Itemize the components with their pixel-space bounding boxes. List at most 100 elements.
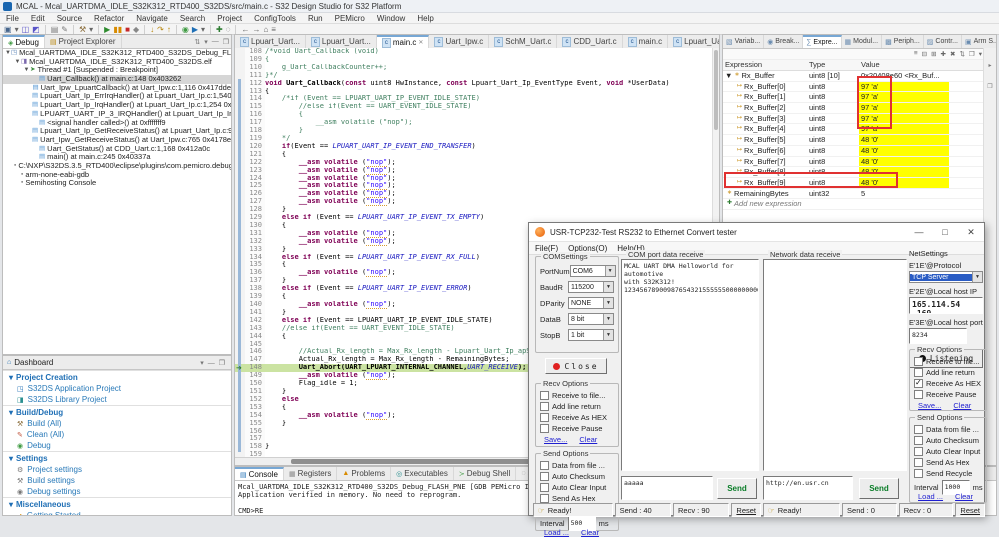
dropdown-arrow-icon[interactable]: ▼: [603, 282, 613, 292]
com-close-button[interactable]: Close: [545, 358, 607, 374]
column-header-value[interactable]: Value: [859, 60, 949, 70]
build-dropdown-icon[interactable]: ▾: [89, 25, 93, 34]
net-send-link-load[interactable]: Load ...: [918, 492, 943, 501]
com-send-link-load[interactable]: Load ...: [544, 528, 569, 537]
console-tab-problems[interactable]: ▲ Problems: [337, 467, 392, 480]
checkbox[interactable]: [914, 469, 923, 478]
editor-tab-lpuart-uart-[interactable]: cLpuart_Uart...: [235, 35, 306, 48]
search-icon[interactable]: ◌: [226, 25, 231, 34]
expression-row[interactable]: ↦ Rx_Buffer[6] uint8 48 '0': [723, 145, 996, 157]
code-line[interactable]: 126 __asm volatile ("nop");: [235, 189, 719, 199]
code-line[interactable]: 118 }: [235, 126, 719, 135]
code-line[interactable]: 120 if(Event == LPUART_UART_IP_EVENT_END…: [235, 142, 719, 151]
com-send-check-auto-checksum[interactable]: Auto Checksum: [540, 472, 605, 481]
net-status-reset-button[interactable]: Reset: [955, 503, 985, 517]
view-tab-variab-[interactable]: ▧ Variab...: [723, 35, 765, 48]
panel-expand-icon[interactable]: ▸: [984, 62, 996, 69]
menu-help[interactable]: Help: [411, 14, 439, 23]
view-tab-modul-[interactable]: ▦ Modul...: [842, 35, 883, 48]
new-icon[interactable]: ▣: [4, 25, 12, 34]
expression-row[interactable]: ∗ RemainingBytes uint32 5: [723, 189, 996, 200]
stack-frame-row[interactable]: ▤ main() at main.c:245 0x40337a: [3, 153, 231, 162]
dashboard-item-debug[interactable]: ◉ Debug: [3, 440, 231, 451]
com-field-select[interactable]: COM6 ▼: [569, 265, 616, 277]
menu-search[interactable]: Search: [174, 14, 211, 23]
stack-frame-row[interactable]: ▤ Uart_Callback() at main.c:148 0x403262: [3, 75, 231, 84]
console-tab-debug-shell[interactable]: ≻ Debug Shell: [454, 467, 517, 480]
expand-all-icon[interactable]: ⊞: [931, 50, 936, 59]
com-recv-link-clear[interactable]: Clear: [579, 435, 597, 444]
code-line[interactable]: 114 /*if (Event == LPUART_UART_IP_EVENT_…: [235, 95, 719, 104]
view-tab-periph-[interactable]: ▩ Periph...: [882, 35, 924, 48]
code-line[interactable]: 111}*/: [235, 71, 719, 80]
back-icon[interactable]: ←: [241, 25, 249, 34]
line-marker-gutter[interactable]: [235, 55, 245, 64]
save-icon[interactable]: ◫: [22, 25, 30, 34]
console-tab-executables[interactable]: ◎ Executables: [391, 467, 454, 480]
stack-frame-row[interactable]: ▤ Lpuart_Uart_Ip_IrqHandler() at Lpuart_U…: [3, 101, 231, 110]
net-recv-check-receive-pause[interactable]: Receive Pause: [914, 390, 976, 399]
dropdown-arrow-icon[interactable]: ▼: [603, 298, 613, 308]
forward-icon[interactable]: →: [252, 25, 260, 34]
stack-frame-row[interactable]: ▤ Uart_Ipw_LpuartCallback() at Uart_Ipw.c…: [3, 84, 231, 93]
code-line[interactable]: 119 */: [235, 134, 719, 143]
code-line[interactable]: 113{: [235, 87, 719, 96]
tree-twisty-icon[interactable]: ▼: [14, 58, 21, 67]
menu-project[interactable]: Project: [211, 14, 248, 23]
column-header-expression[interactable]: Expression: [723, 60, 807, 70]
step-into-icon[interactable]: ↓: [150, 25, 154, 34]
expression-row[interactable]: ▼ ∗ Rx_Buffer uint8 [10] 0x20408e60 <Rx_Buf.…: [723, 71, 996, 82]
view-tab-project-explorer[interactable]: ▤ Project Explorer: [45, 35, 122, 48]
editor-tab-lpuart-uart-[interactable]: cLpuart_Uart...: [668, 35, 719, 48]
stack-frame-row[interactable]: ▤ Uart_Ipw_GetReceiveStatus() at Uart_Ipw…: [3, 136, 231, 145]
code-line[interactable]: 108/*void Uart_Callback (void): [235, 48, 719, 56]
com-recv-check-receive-as-hex[interactable]: Receive As HEX: [540, 413, 607, 422]
stack-frame-row[interactable]: ▪ arm-none-eabi-gdb: [3, 171, 231, 180]
stack-frame-row[interactable]: ▤ LPUART_UART_IP_3_IRQHandler() at Lpuart…: [3, 110, 231, 119]
tree-twisty-icon[interactable]: ▼: [725, 71, 732, 81]
checkbox[interactable]: [914, 368, 923, 377]
menu-edit[interactable]: Edit: [25, 14, 51, 23]
protocol-select[interactable]: TCP Server ▼: [909, 271, 983, 283]
dropdown-arrow-icon[interactable]: ▼: [603, 314, 613, 324]
expression-row[interactable]: ↦ Rx_Buffer[9] uint8 48 '0': [723, 177, 996, 189]
last-edit-icon[interactable]: ≡: [271, 25, 276, 34]
com-field-select[interactable]: NONE ▼: [568, 297, 614, 309]
new-dropdown-icon[interactable]: ▾: [15, 25, 19, 34]
dashboard-section-miscellaneous[interactable]: ▾ Miscellaneous: [3, 497, 231, 510]
column-header-type[interactable]: Type: [807, 60, 859, 70]
expression-row[interactable]: ↦ Rx_Buffer[3] uint8 97 'a': [723, 113, 996, 125]
com-recv-check-receive-to-file-[interactable]: Receive to file...: [540, 391, 605, 400]
menu-navigate[interactable]: Navigate: [130, 14, 174, 23]
editor-tab-uart-ipw-c[interactable]: c Uart_Ipw.c: [429, 35, 490, 48]
edit-icon[interactable]: ✎: [61, 25, 68, 34]
net-send-check-auto-checksum[interactable]: Auto Checksum: [914, 436, 979, 445]
add-expression-icon[interactable]: ✚: [941, 50, 946, 59]
dashboard-item-debug-settings[interactable]: ◉ Debug settings: [3, 486, 231, 497]
net-send-check-data-from-file-[interactable]: Data from file ...: [914, 425, 979, 434]
dashboard-section-project-creation[interactable]: ▾ Project Creation: [3, 370, 231, 383]
debug-view-menu-icon[interactable]: ▾: [202, 38, 210, 46]
menu-file[interactable]: File: [0, 14, 25, 23]
stack-frame-row[interactable]: ▤ <signal handler called>() at 0xfffffff9: [3, 119, 231, 128]
section-collapse-icon[interactable]: ▾: [9, 500, 13, 509]
checkbox[interactable]: [914, 447, 923, 456]
section-collapse-icon[interactable]: ▾: [9, 454, 13, 463]
build-icon[interactable]: ⚒: [79, 25, 86, 34]
stack-frame-row[interactable]: ▼ ➤ Thread #1 [Suspended : Breakpoint]: [3, 66, 231, 75]
dashboard-item-clean-all-[interactable]: ✎ Clean (All): [3, 429, 231, 440]
new-wizard-icon[interactable]: ✚: [216, 25, 223, 34]
com-field-select[interactable]: 115200 ▼: [568, 281, 614, 293]
net-recv-link-save[interactable]: Save...: [918, 401, 941, 410]
net-send-button[interactable]: Send: [859, 478, 899, 499]
checkbox[interactable]: [540, 413, 549, 422]
editor-tab-main-c[interactable]: c main.c: [623, 35, 669, 48]
checkbox[interactable]: [914, 378, 923, 388]
menu-window[interactable]: Window: [371, 14, 411, 23]
step-over-icon[interactable]: ↷: [157, 25, 164, 34]
remove-icon[interactable]: ✖: [950, 50, 955, 59]
editor-tab-lpuart-uart-[interactable]: cLpuart_Uart...: [306, 35, 377, 48]
net-recv-check-receive-as-hex[interactable]: Receive As HEX: [914, 378, 981, 388]
stack-frame-row[interactable]: ▼ ◨ Mcal_UARTDMA_IDLE_S32K312_RTD400_S32DS…: [3, 58, 231, 67]
checkbox[interactable]: [914, 436, 923, 445]
